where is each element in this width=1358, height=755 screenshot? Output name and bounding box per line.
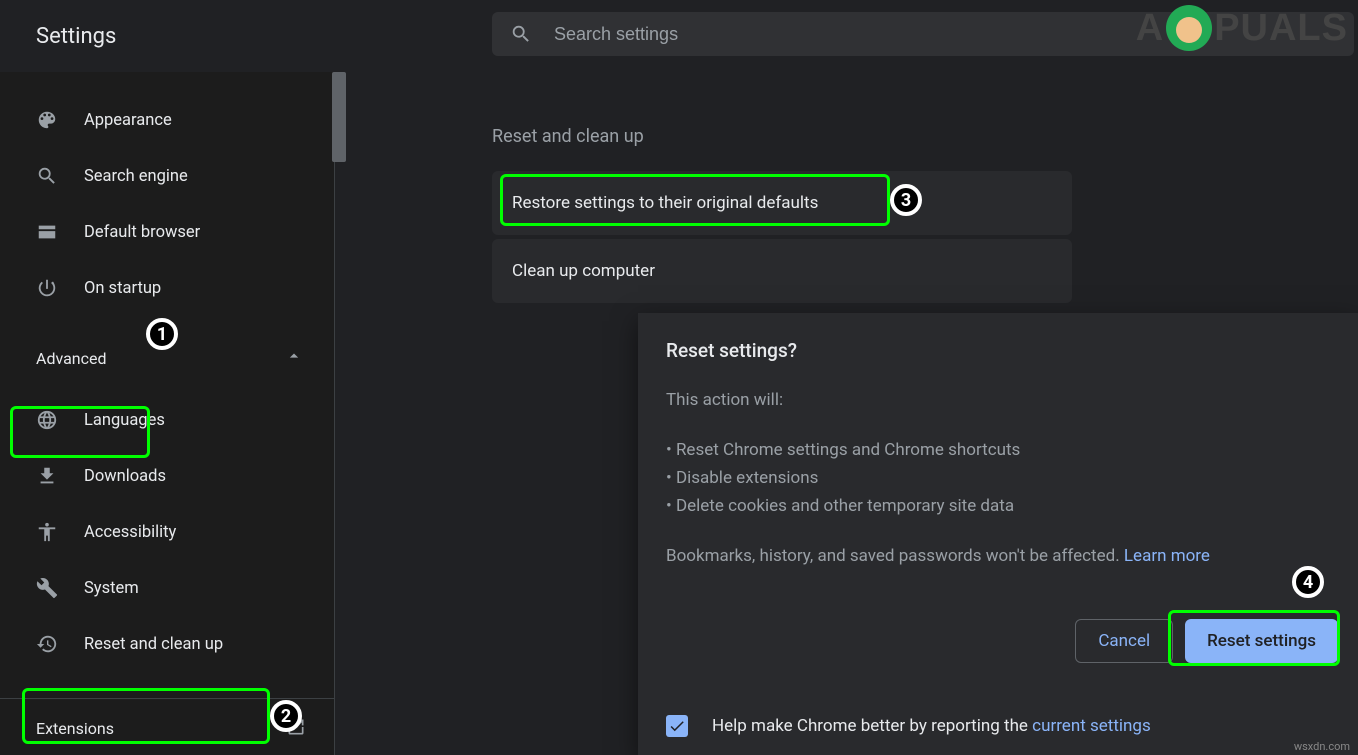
external-link-icon [286,717,306,741]
chevron-up-icon [284,346,304,370]
sidebar-item-appearance[interactable]: Appearance [0,92,322,148]
dialog-note: Bookmarks, history, and saved passwords … [666,542,1330,570]
sidebar-label: System [84,579,139,598]
dialog-title: Reset settings? [666,339,1330,362]
extensions-label: Extensions [36,719,114,738]
row-label: Clean up computer [512,261,655,281]
image-credit: wsxdn.com [1294,740,1350,753]
globe-icon [36,409,58,431]
dialog-help-row: Help make Chrome better by reporting the… [666,715,1151,737]
sidebar-item-default-browser[interactable]: Default browser [0,204,322,260]
button-label: Reset settings [1207,631,1316,651]
learn-more-link[interactable]: Learn more [1124,546,1210,566]
watermark-logo: A PUALS [1136,5,1348,51]
sidebar-label: Languages [84,411,165,430]
sidebar-label: Downloads [84,467,166,486]
search-icon [36,165,58,187]
sidebar-item-extensions[interactable]: Extensions [0,698,334,755]
dialog-bullet: • Delete cookies and other temporary sit… [666,492,1330,520]
search-icon [510,23,532,45]
sidebar-label: Search engine [84,167,188,186]
dialog-note-text: Bookmarks, history, and saved passwords … [666,546,1124,566]
palette-icon [36,109,58,131]
sidebar-label: Appearance [84,111,172,130]
sidebar-scrollbar[interactable] [332,72,346,162]
reset-settings-button[interactable]: Reset settings [1185,619,1338,663]
sidebar-label: Reset and clean up [84,635,223,654]
section-title: Reset and clean up [358,72,1358,171]
sidebar-label: Default browser [84,223,200,242]
row-restore-defaults[interactable]: Restore settings to their original defau… [492,171,1072,235]
sidebar-item-accessibility[interactable]: Accessibility [0,504,322,560]
help-text: Help make Chrome better by reporting the… [712,716,1151,736]
download-icon [36,465,58,487]
sidebar-item-reset-cleanup[interactable]: Reset and clean up [0,616,322,672]
dialog-body: This action will: • Reset Chrome setting… [666,386,1330,570]
wrench-icon [36,577,58,599]
sidebar-item-languages[interactable]: Languages [0,392,322,448]
dialog-intro: This action will: [666,386,1330,414]
history-icon [36,633,58,655]
dialog-bullet: • Disable extensions [666,464,1330,492]
page-title: Settings [0,24,116,49]
advanced-label: Advanced [36,349,107,368]
help-checkbox[interactable] [666,715,688,737]
dialog-button-row: Cancel Reset settings [1075,619,1338,663]
row-cleanup-computer[interactable]: Clean up computer [492,239,1072,303]
button-label: Cancel [1098,631,1150,651]
sidebar-label: On startup [84,279,161,298]
dialog-bullet: • Reset Chrome settings and Chrome short… [666,436,1330,464]
watermark-text-right: PUALS [1214,7,1348,50]
row-label: Restore settings to their original defau… [512,193,818,213]
sidebar-item-downloads[interactable]: Downloads [0,448,322,504]
power-icon [36,277,58,299]
sidebar-advanced-toggle[interactable]: Advanced [0,330,334,386]
sidebar-label: Accessibility [84,523,176,542]
browser-icon [36,221,58,243]
watermark-avatar-icon [1166,5,1212,51]
cancel-button[interactable]: Cancel [1075,619,1173,663]
sidebar-item-on-startup[interactable]: On startup [0,260,322,316]
watermark-text-left: A [1136,7,1164,50]
accessibility-icon [36,521,58,543]
current-settings-link[interactable]: current settings [1032,716,1151,736]
help-text-prefix: Help make Chrome better by reporting the [712,716,1032,736]
sidebar-item-system[interactable]: System [0,560,322,616]
sidebar-item-search-engine[interactable]: Search engine [0,148,322,204]
reset-settings-dialog: Reset settings? This action will: • Rese… [638,313,1358,755]
sidebar: Appearance Search engine Default browser… [0,72,335,755]
